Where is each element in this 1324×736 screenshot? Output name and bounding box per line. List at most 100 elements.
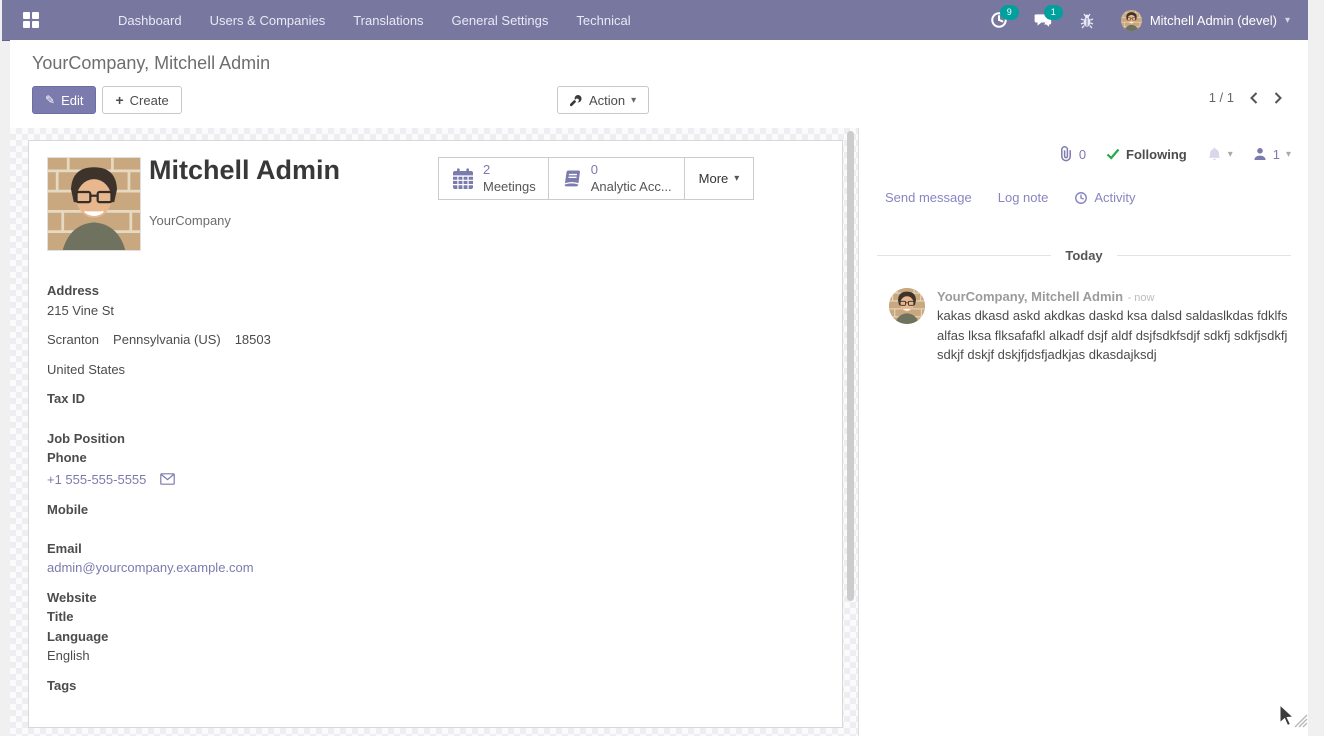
language-value: English bbox=[47, 648, 90, 663]
app-window: Dashboard Users & Companies Translations… bbox=[2, 0, 1308, 736]
chatter-message: YourCompany, Mitchell Admin - now kakas … bbox=[889, 288, 1293, 365]
vertical-scrollbar[interactable] bbox=[847, 131, 854, 601]
apps-menu-icon[interactable] bbox=[18, 7, 44, 33]
pager-next-icon[interactable] bbox=[1274, 92, 1282, 104]
pager-previous-icon[interactable] bbox=[1250, 92, 1258, 104]
main-menu: Dashboard Users & Companies Translations… bbox=[118, 13, 631, 28]
message-timestamp: - now bbox=[1128, 292, 1155, 304]
top-navbar: Dashboard Users & Companies Translations… bbox=[2, 0, 1308, 41]
resize-grip[interactable] bbox=[1291, 711, 1308, 733]
chevron-down-icon: ▾ bbox=[631, 95, 636, 106]
menu-users-companies[interactable]: Users & Companies bbox=[210, 13, 326, 28]
chevron-down-icon: ▾ bbox=[734, 173, 739, 184]
message-author[interactable]: YourCompany, Mitchell Admin bbox=[937, 289, 1123, 304]
zip-value: 18503 bbox=[235, 332, 271, 347]
create-button[interactable]: + Create bbox=[102, 86, 181, 114]
menu-general-settings[interactable]: General Settings bbox=[452, 13, 549, 28]
debug-button[interactable] bbox=[1077, 10, 1097, 30]
edit-button[interactable]: ✎ Edit bbox=[32, 86, 96, 114]
email-link[interactable]: admin@yourcompany.example.com bbox=[47, 560, 254, 575]
analytic-accounts-stat-button[interactable]: 0 Analytic Acc... bbox=[549, 158, 685, 199]
tags-label: Tags bbox=[47, 678, 76, 693]
edit-label: Edit bbox=[61, 93, 83, 108]
user-menu[interactable]: Mitchell Admin (devel) ▾ bbox=[1121, 10, 1290, 31]
city-value: Scranton bbox=[47, 332, 99, 347]
language-label: Language bbox=[47, 629, 108, 644]
form-sheet: Mitchell Admin YourCompany bbox=[28, 140, 843, 728]
chevron-down-icon: ▾ bbox=[1228, 149, 1233, 160]
activity-label: Activity bbox=[1094, 190, 1135, 205]
chatter-actions: Send message Log note Activity bbox=[885, 190, 1136, 205]
activity-clock-icon bbox=[1074, 191, 1088, 205]
contact-name: Mitchell Admin bbox=[149, 155, 340, 186]
state-value: Pennsylvania (US) bbox=[113, 332, 221, 347]
plus-icon: + bbox=[115, 93, 123, 107]
mobile-label: Mobile bbox=[47, 502, 88, 517]
meetings-label: Meetings bbox=[483, 179, 536, 195]
systray: 9 1 bbox=[989, 10, 1308, 31]
chevron-down-icon: ▾ bbox=[1286, 149, 1291, 160]
attachments-button[interactable]: 0 bbox=[1059, 146, 1086, 162]
check-icon bbox=[1106, 148, 1120, 160]
activities-badge: 9 bbox=[1000, 5, 1019, 20]
attachment-count: 0 bbox=[1079, 147, 1086, 162]
followers-button[interactable]: 1 ▾ bbox=[1253, 147, 1291, 162]
analytic-label: Analytic Acc... bbox=[591, 179, 672, 195]
country-value: United States bbox=[47, 362, 125, 377]
message-avatar bbox=[889, 288, 925, 324]
more-dropdown-button[interactable]: More ▾ bbox=[685, 158, 754, 199]
message-body: kakas dkasd askd akdkas daskd ksa dalsd … bbox=[937, 306, 1293, 365]
pager: 1 / 1 bbox=[1209, 90, 1282, 105]
phone-label: Phone bbox=[47, 450, 87, 465]
action-label: Action bbox=[589, 93, 625, 108]
schedule-activity-button[interactable]: Activity bbox=[1074, 190, 1135, 205]
street-value: 215 Vine St bbox=[47, 303, 114, 318]
grid-icon bbox=[22, 11, 40, 29]
calendar-icon bbox=[451, 167, 475, 191]
stat-buttons: 2 Meetings bbox=[438, 157, 754, 200]
breadcrumb: YourCompany, Mitchell Admin bbox=[32, 53, 270, 74]
messages-badge: 1 bbox=[1044, 5, 1063, 20]
meetings-count: 2 bbox=[483, 162, 536, 178]
messages-button[interactable]: 1 bbox=[1033, 10, 1053, 30]
analytic-count: 0 bbox=[591, 162, 672, 178]
meetings-stat-button[interactable]: 2 Meetings bbox=[439, 158, 549, 199]
menu-technical[interactable]: Technical bbox=[576, 13, 630, 28]
website-label: Website bbox=[47, 590, 97, 605]
main-content: Mitchell Admin YourCompany bbox=[10, 128, 1308, 736]
chatter-panel: 0 Following ▾ bbox=[858, 128, 1309, 736]
send-message-button[interactable]: Send message bbox=[885, 190, 972, 205]
subscription-bell-button[interactable]: ▾ bbox=[1207, 146, 1233, 162]
bell-icon bbox=[1207, 146, 1222, 162]
chevron-down-icon: ▾ bbox=[1285, 15, 1290, 26]
follower-person-icon bbox=[1253, 147, 1267, 161]
control-panel: YourCompany, Mitchell Admin ✎ Edit + Cre… bbox=[10, 40, 1308, 129]
cp-buttons: ✎ Edit + Create bbox=[32, 86, 182, 114]
menu-dashboard[interactable]: Dashboard bbox=[118, 13, 182, 28]
menu-translations[interactable]: Translations bbox=[353, 13, 423, 28]
today-label: Today bbox=[1065, 248, 1102, 263]
follower-count: 1 bbox=[1273, 147, 1280, 162]
contact-company[interactable]: YourCompany bbox=[149, 213, 231, 228]
email-row: admin@yourcompany.example.com bbox=[47, 560, 254, 575]
pager-value[interactable]: 1 / 1 bbox=[1209, 90, 1234, 105]
sms-envelope-icon[interactable] bbox=[160, 473, 175, 485]
action-dropdown-button[interactable]: Action ▾ bbox=[557, 86, 649, 114]
following-label: Following bbox=[1126, 147, 1187, 162]
following-button[interactable]: Following bbox=[1106, 147, 1187, 162]
screen: Dashboard Users & Companies Translations… bbox=[0, 0, 1324, 736]
city-line: Scranton Pennsylvania (US) 18503 bbox=[47, 332, 271, 347]
book-icon bbox=[561, 168, 583, 190]
today-divider: Today bbox=[877, 248, 1291, 263]
create-label: Create bbox=[130, 93, 169, 108]
email-label: Email bbox=[47, 541, 82, 556]
wrench-icon bbox=[570, 94, 583, 107]
chatter-topbar: 0 Following ▾ bbox=[1059, 146, 1291, 162]
job-position-label: Job Position bbox=[47, 431, 125, 446]
user-name: Mitchell Admin (devel) bbox=[1150, 13, 1277, 28]
phone-link[interactable]: +1 555-555-5555 bbox=[47, 472, 146, 487]
activities-button[interactable]: 9 bbox=[989, 10, 1009, 30]
paperclip-icon bbox=[1059, 146, 1073, 162]
bug-icon bbox=[1079, 12, 1095, 29]
log-note-button[interactable]: Log note bbox=[998, 190, 1049, 205]
